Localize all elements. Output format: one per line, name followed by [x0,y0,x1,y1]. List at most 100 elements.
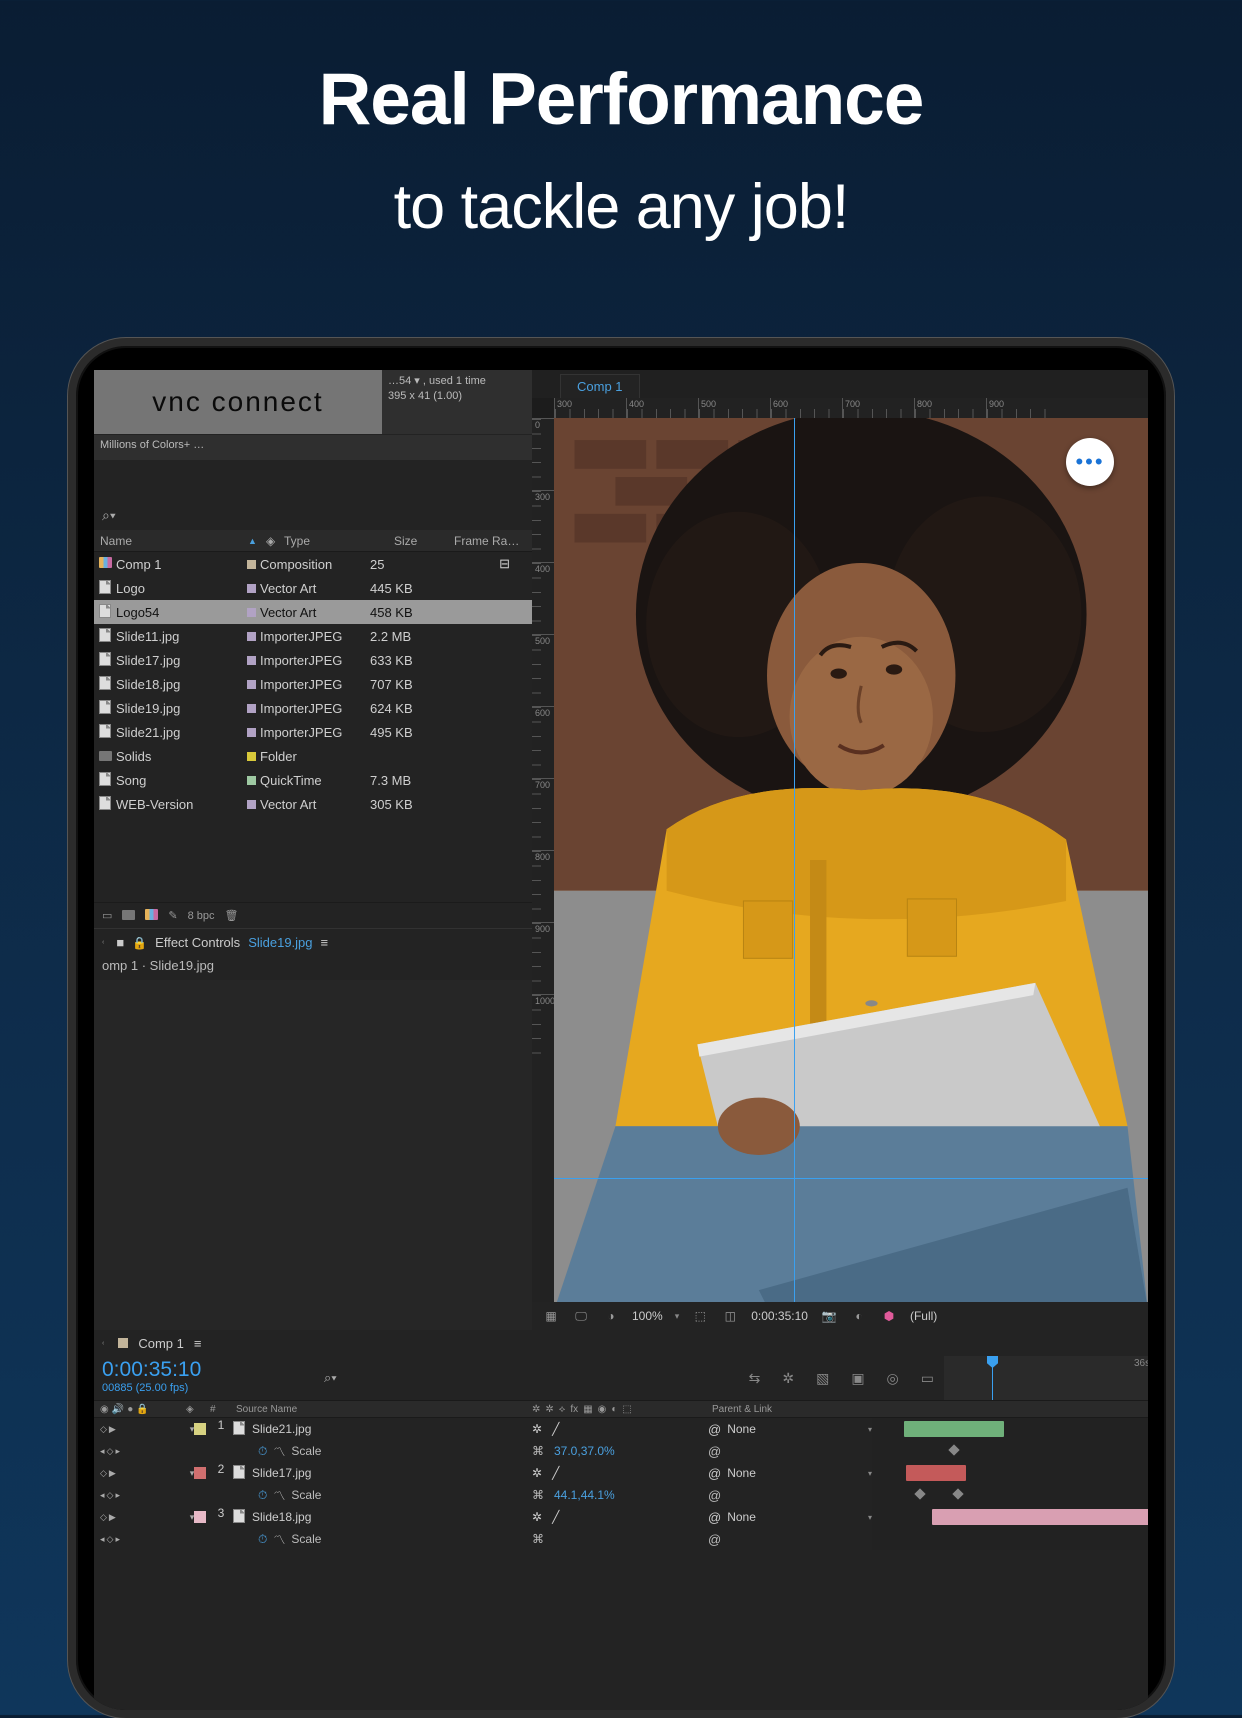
channel-icon[interactable]: ◐ [850,1309,868,1323]
switch-line-icon[interactable]: ╱ [552,1510,559,1524]
property-row[interactable]: ◂◇▸⏱ 〽 Scale⌘ 37.0,37.0%@ [94,1440,1148,1462]
layer-track[interactable] [872,1506,1148,1528]
label-swatch[interactable] [242,560,260,569]
pickwhip-icon[interactable]: @ [708,1510,721,1525]
project-row[interactable]: WEB-VersionVector Art305 KB [94,792,532,816]
next-kf-icon[interactable]: ▸ [115,1490,120,1501]
effect-controls-tab[interactable]: ‹ ■ 🔒 Effect Controls Slide19.jpg ≡ [94,928,532,956]
layer-row[interactable]: ◇ ▶▾2Slide17.jpg✲╱@None▾ [94,1462,1148,1484]
layer-track[interactable] [872,1418,1148,1440]
monitor-icon[interactable]: 🖵 [572,1309,590,1324]
switch-line-icon[interactable]: ╱ [552,1466,559,1480]
switch-normal-icon[interactable]: ✲ [532,1466,542,1480]
new-comp-icon[interactable] [145,909,158,923]
constrain-icon[interactable]: ⌘ [532,1488,544,1502]
property-row[interactable]: ◂◇▸⏱ 〽 Scale⌘ 44.1,44.1%@ [94,1484,1148,1506]
guide-horizontal[interactable] [554,1178,1148,1179]
chevron-left-icon[interactable]: ‹ [102,939,108,946]
zoom-dropdown-icon[interactable]: ▾ [675,1311,680,1322]
timeline-tab[interactable]: Comp 1 [138,1336,184,1351]
keyframe[interactable] [914,1488,925,1499]
project-row[interactable]: Slide21.jpgImporterJPEG495 KB [94,720,532,744]
comp-viewer[interactable]: 300400500600700800900 030040050060070080… [532,398,1148,1302]
clip[interactable] [906,1465,966,1481]
audio-toggle-icon[interactable]: 🔊 [112,1404,124,1415]
timeline-body[interactable]: ◇ ▶▾1Slide21.jpg✲╱@None▾◂◇▸⏱ 〽 Scale⌘ 37… [94,1418,1148,1710]
label-swatch[interactable] [242,704,260,713]
next-kf-icon[interactable]: ▸ [115,1446,120,1457]
keyframe[interactable] [952,1488,963,1499]
timeline-search-icon[interactable]: ⌕▾ [324,1370,337,1386]
keyframe[interactable] [948,1444,959,1455]
pickwhip-icon[interactable]: @ [708,1466,721,1481]
col-type[interactable]: Type [278,534,388,548]
property-track[interactable] [872,1440,1148,1462]
search-icon[interactable]: ⌕▾ [102,507,116,524]
label-swatch[interactable] [242,752,260,761]
label-swatch[interactable] [242,656,260,665]
comp-canvas[interactable] [554,418,1148,1302]
prev-kf-icon[interactable]: ◂ [100,1490,105,1501]
zoom-value[interactable]: 100% [632,1309,663,1323]
project-row[interactable]: Slide17.jpgImporterJPEG633 KB [94,648,532,672]
bpc-label[interactable]: 8 bpc [188,910,215,922]
motion-blur-icon[interactable]: ▣ [851,1370,864,1387]
label-swatch[interactable] [242,608,260,617]
panel-menu-icon[interactable]: ≡ [194,1336,202,1351]
project-row[interactable]: Comp 1Composition25⊟ [94,552,532,576]
asset-preview[interactable]: vnc connect [94,370,382,434]
interpret-footage-icon[interactable]: ▭ [102,909,112,922]
constrain-icon[interactable]: ⌘ [532,1444,544,1458]
keyframe-nav-icon[interactable]: ◇ [100,1424,107,1435]
draft3d-icon[interactable]: ✲ [782,1370,794,1387]
project-row[interactable]: Slide18.jpgImporterJPEG707 KB [94,672,532,696]
project-row[interactable]: SolidsFolder [94,744,532,768]
col-size[interactable]: Size [388,534,448,548]
parent-value[interactable]: None [727,1466,756,1480]
switch-line-icon[interactable]: ╱ [552,1422,559,1436]
switch-normal-icon[interactable]: ✲ [532,1510,542,1524]
clip[interactable] [932,1509,1148,1525]
graph-icon[interactable]: 〽 [273,1531,285,1548]
project-row[interactable]: Logo54Vector Art458 KB [94,600,532,624]
property-track[interactable] [872,1528,1148,1550]
parent-value[interactable]: None [727,1422,756,1436]
trash-icon[interactable]: 🗑 [225,909,239,922]
graph-icon[interactable]: 〽 [273,1443,285,1460]
guide-vertical[interactable] [794,418,795,1302]
graph-editor-icon[interactable]: ◎ [887,1370,899,1387]
comp-tab[interactable]: Comp 1 [560,374,640,398]
resolution-value[interactable]: (Full) [910,1309,937,1323]
more-menu-button[interactable]: ••• [1066,438,1114,486]
project-row[interactable]: SongQuickTime7.3 MB [94,768,532,792]
video-toggle-icon[interactable]: ◉ [100,1404,109,1415]
switch-normal-icon[interactable]: ✲ [532,1422,542,1436]
project-row[interactable]: Slide19.jpgImporterJPEG624 KB [94,696,532,720]
lock-toggle-icon[interactable]: 🔒 [136,1404,148,1415]
tag-icon[interactable]: ◈ [260,534,278,548]
play-icon[interactable]: ▶ [109,1512,116,1523]
label-swatch[interactable] [242,776,260,785]
mask-icon[interactable]: ◑ [602,1309,620,1323]
shy-icon[interactable]: ⇆ [749,1370,761,1387]
frame-blend-icon[interactable]: ▧ [816,1370,829,1387]
grid-icon[interactable]: ▦ [542,1309,560,1323]
label-swatch[interactable] [242,680,260,689]
layer-label-swatch[interactable] [194,1423,206,1435]
render-time-icon[interactable]: ▭ [921,1370,934,1387]
property-row[interactable]: ◂◇▸⏱ 〽 Scale⌘ @ [94,1528,1148,1550]
pickwhip-icon[interactable]: @ [708,1488,721,1503]
timeline-timecode[interactable]: 0:00:35:10 [102,1358,306,1382]
play-icon[interactable]: ▶ [109,1468,116,1479]
color-icon[interactable]: ⬢ [880,1309,898,1323]
effect-controls-asset[interactable]: Slide19.jpg [248,935,312,950]
chevron-left-icon[interactable]: ‹ [102,1340,108,1347]
graph-icon[interactable]: 〽 [273,1487,285,1504]
stopwatch-icon[interactable]: ⏱ [258,1532,267,1547]
roi-icon[interactable]: ⬚ [691,1309,709,1323]
pickwhip-icon[interactable]: @ [708,1422,721,1437]
solo-toggle-icon[interactable]: ● [127,1404,133,1415]
constrain-icon[interactable]: ⌘ [532,1532,544,1546]
transparency-icon[interactable]: ◫ [721,1309,739,1323]
keyframe-nav-icon[interactable]: ◇ [100,1468,107,1479]
